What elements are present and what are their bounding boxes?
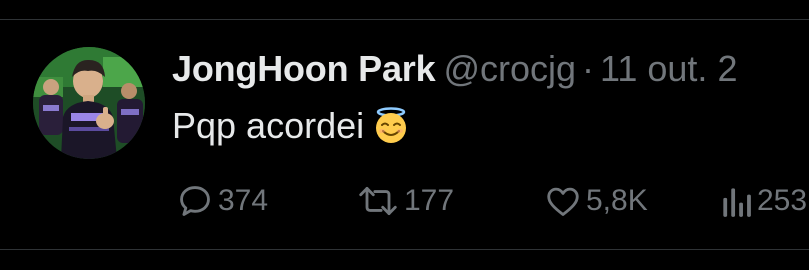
- reply-icon: [176, 182, 214, 220]
- avatar-photo: [33, 47, 145, 159]
- views-count: 253: [757, 184, 808, 217]
- like-button[interactable]: 5,8K: [544, 176, 648, 226]
- like-icon: [544, 182, 582, 220]
- reply-button[interactable]: 374: [176, 176, 268, 226]
- tweet-text: Pqp acordei: [172, 103, 410, 149]
- tweet-date[interactable]: 11 out. 2: [600, 48, 737, 89]
- views-icon: [719, 182, 753, 220]
- views-button[interactable]: 253: [719, 176, 807, 226]
- tweet[interactable]: JongHoon Park @crocjg · 11 out. 2 Pqp acord…: [0, 0, 809, 270]
- action-bar: 374 177 5,8K 253: [176, 176, 809, 226]
- user-handle[interactable]: @crocjg: [443, 48, 576, 89]
- tweet-header: JongHoon Park @crocjg · 11 out. 2: [172, 47, 737, 91]
- divider-bottom: [0, 249, 809, 250]
- divider-top: [0, 19, 809, 20]
- retweet-icon: [356, 182, 400, 220]
- display-name[interactable]: JongHoon Park: [172, 48, 436, 89]
- reply-count: 374: [218, 184, 269, 217]
- separator-dot: ·: [582, 48, 595, 89]
- retweet-count: 177: [404, 184, 455, 217]
- retweet-button[interactable]: 177: [356, 176, 454, 226]
- like-count: 5,8K: [586, 184, 648, 217]
- avatar[interactable]: [33, 47, 145, 159]
- smiling-face-with-halo-icon: [372, 106, 410, 144]
- tweet-text-content: Pqp acordei: [172, 105, 365, 146]
